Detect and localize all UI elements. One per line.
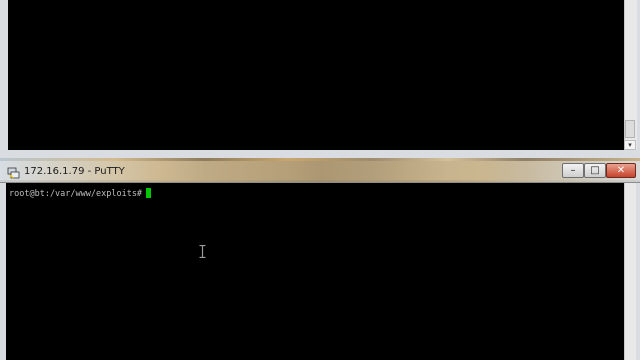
title-bar[interactable]: 172.16.1.79 - PuTTY – □ ✕: [0, 161, 640, 183]
scroll-down-arrow-icon[interactable]: ▾: [624, 140, 636, 150]
ibeam-cursor-icon: [199, 243, 206, 259]
text-cursor: [146, 188, 152, 198]
putty-window-top[interactable]: ▾: [0, 0, 640, 158]
putty-window-main[interactable]: 172.16.1.79 - PuTTY – □ ✕ root@bt:/var/w…: [0, 161, 640, 360]
scrollbar-thumb-top[interactable]: [625, 120, 635, 138]
terminal-area[interactable]: root@bt:/var/www/exploits#: [6, 183, 624, 360]
close-button[interactable]: ✕: [606, 163, 636, 178]
scrollbar-main[interactable]: [624, 183, 636, 360]
terminal-area-top[interactable]: [8, 0, 624, 150]
putty-icon: [7, 165, 20, 179]
terminal-line: root@bt:/var/www/exploits#: [9, 188, 152, 199]
minimize-button[interactable]: –: [562, 163, 584, 178]
window-title: 172.16.1.79 - PuTTY: [24, 166, 125, 177]
maximize-button[interactable]: □: [584, 163, 606, 178]
shell-prompt: root@bt:/var/www/exploits#: [9, 189, 143, 199]
